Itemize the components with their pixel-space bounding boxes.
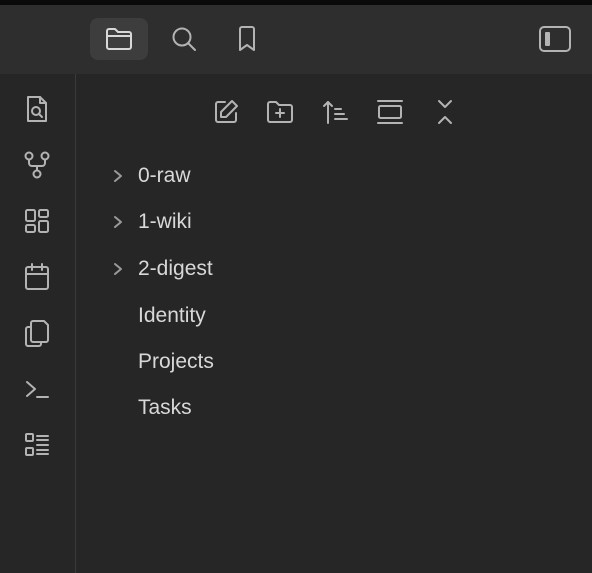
ribbon-graph-button[interactable] — [18, 146, 56, 184]
chevron-right-icon[interactable] — [100, 206, 136, 238]
copy-icon — [25, 320, 49, 347]
view-icon — [377, 100, 403, 124]
ribbon-canvas-button[interactable] — [18, 202, 56, 240]
ribbon-command-palette-button[interactable] — [18, 370, 56, 408]
sidebar-toggle-icon — [539, 26, 571, 52]
new-note-button[interactable] — [208, 94, 244, 130]
new-note-icon — [215, 100, 238, 123]
tree-item-label: Projects — [138, 350, 214, 373]
new-folder-button[interactable] — [262, 94, 298, 130]
collapse-all-button[interactable] — [427, 94, 463, 130]
grid-icon — [25, 209, 49, 233]
files-tab-button[interactable] — [90, 18, 148, 60]
file-search-icon — [27, 96, 47, 122]
tree-item-label: Identity — [138, 304, 206, 327]
ribbon-templates-button[interactable] — [18, 314, 56, 352]
terminal-icon — [26, 381, 49, 398]
calendar-icon — [25, 263, 49, 290]
tree-item-label: 1-wiki — [138, 210, 192, 233]
toggle-right-sidebar-button[interactable] — [526, 18, 584, 60]
bookmarks-tab-button[interactable] — [218, 18, 276, 60]
sort-icon — [323, 101, 348, 124]
new-folder-icon — [267, 101, 293, 123]
search-tab-button[interactable] — [155, 18, 213, 60]
chevron-right-icon[interactable] — [100, 160, 136, 192]
chevron-right-icon[interactable] — [100, 253, 136, 285]
graph-icon — [24, 151, 50, 179]
title-bar — [0, 5, 592, 74]
search-icon — [172, 27, 196, 51]
left-ribbon — [0, 74, 76, 573]
collapse-icon — [438, 100, 452, 124]
file-explorer-pane: 0-raw 1-wiki 2-digest Identity Projects … — [76, 74, 592, 573]
ribbon-outline-button[interactable] — [18, 426, 56, 464]
sort-order-button[interactable] — [317, 94, 353, 130]
change-view-button[interactable] — [372, 94, 408, 130]
bookmark-icon — [239, 26, 255, 51]
ribbon-file-search-button[interactable] — [18, 90, 56, 128]
folder-icon — [106, 28, 132, 50]
tree-item-label: 0-raw — [138, 164, 191, 187]
tree-item-label: 2-digest — [138, 257, 213, 280]
list-icon — [25, 433, 49, 456]
tree-item-label: Tasks — [138, 396, 192, 419]
ribbon-daily-note-button[interactable] — [18, 258, 56, 296]
